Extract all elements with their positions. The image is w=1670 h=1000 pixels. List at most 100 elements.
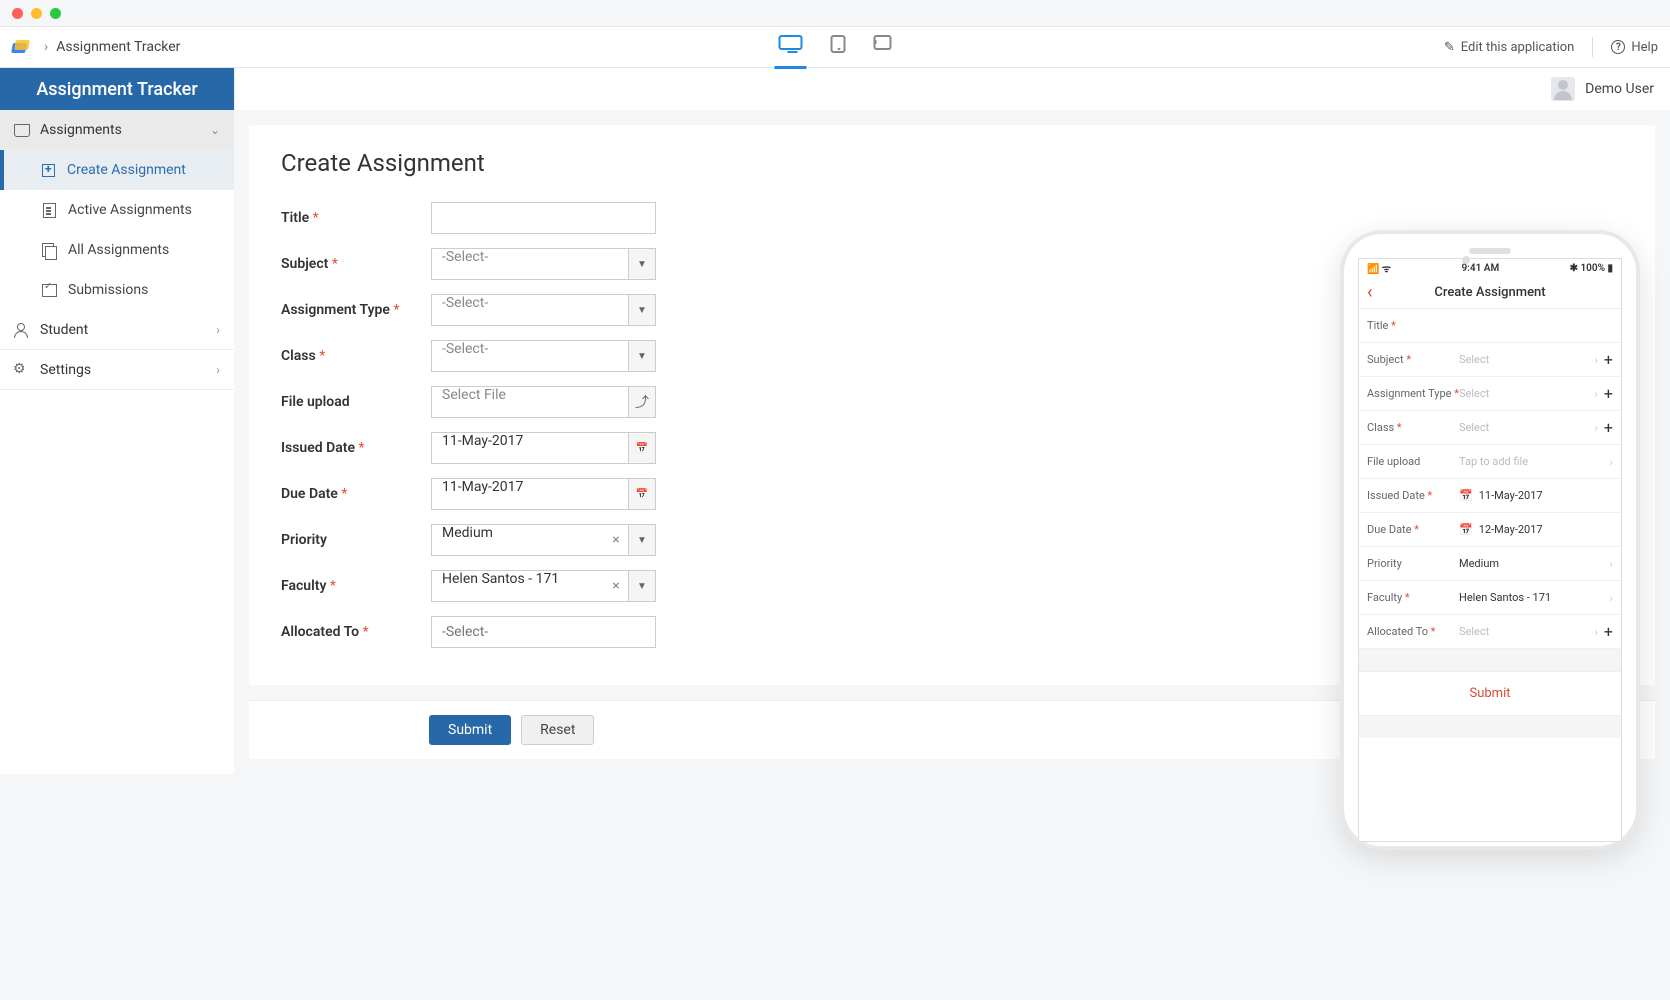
sidebar-item-active-assignments[interactable]: Active Assignments	[0, 190, 234, 230]
sidebar-section-label: Student	[40, 322, 88, 338]
phone-submit-button[interactable]: Submit	[1359, 671, 1621, 716]
issued-date-picker-button[interactable]: 📅	[628, 432, 656, 464]
plus-square-icon	[42, 164, 55, 177]
sidebar-item-create-assignment[interactable]: Create Assignment	[0, 150, 234, 190]
phone-due-date[interactable]: 12-May-2017	[1479, 523, 1613, 536]
desktop-icon	[779, 35, 803, 50]
user-icon	[14, 323, 28, 337]
priority-dropdown-button[interactable]: ▼	[628, 524, 656, 556]
phone-back-button[interactable]: ‹	[1367, 282, 1373, 303]
phone-footer	[1359, 716, 1621, 738]
sidebar-section-label: Settings	[40, 362, 91, 378]
phone-battery: ✱ 100% ▮	[1570, 263, 1613, 274]
phone-atype-select[interactable]: Select	[1459, 387, 1590, 400]
phone-label-class: Class *	[1367, 421, 1459, 434]
sidebar-section-label: Assignments	[40, 122, 122, 138]
label-allocated-to: Allocated To *	[281, 624, 431, 640]
subject-select[interactable]: -Select-	[431, 248, 628, 280]
device-tablet-landscape[interactable]	[874, 35, 892, 59]
phone-allocated-select[interactable]: Select	[1459, 625, 1590, 638]
device-tablet-portrait[interactable]	[831, 35, 846, 59]
phone-add-allocated-button[interactable]: +	[1604, 622, 1613, 641]
help-label: Help	[1631, 40, 1658, 55]
phone-label-priority: Priority	[1367, 557, 1459, 570]
faculty-dropdown-button[interactable]: ▼	[628, 570, 656, 602]
label-title: Title *	[281, 210, 431, 226]
phone-add-class-button[interactable]: +	[1604, 418, 1613, 437]
title-input[interactable]	[431, 202, 656, 234]
sidebar-section-assignments[interactable]: Assignments ⌄	[0, 110, 234, 150]
calendar-icon: 📅	[636, 489, 648, 500]
pencil-icon: ✎	[1444, 40, 1455, 55]
phone-faculty-select[interactable]: Helen Santos - 171	[1459, 591, 1605, 604]
file-input[interactable]: Select File	[431, 386, 628, 418]
help-icon: ?	[1611, 40, 1625, 54]
faculty-select[interactable]: Helen Santos - 171	[431, 570, 604, 602]
class-dropdown-button[interactable]: ▼	[628, 340, 656, 372]
file-upload-button[interactable]: ⤴	[628, 386, 656, 418]
sidebar-section-student[interactable]: Student ›	[0, 310, 234, 350]
calendar-icon: 📅	[1459, 523, 1473, 536]
sidebar-item-label: Create Assignment	[67, 162, 186, 178]
calendar-icon: 📅	[636, 443, 648, 454]
class-select[interactable]: -Select-	[431, 340, 628, 372]
chevron-right-icon: ›	[1594, 353, 1598, 367]
phone-file-input[interactable]: Tap to add file	[1459, 455, 1605, 468]
phone-label-issued: Issued Date *	[1367, 489, 1459, 502]
minimize-window-icon[interactable]	[31, 8, 42, 19]
maximize-window-icon[interactable]	[50, 8, 61, 19]
label-priority: Priority	[281, 532, 431, 548]
phone-label-subject: Subject *	[1367, 353, 1459, 366]
edit-application-link[interactable]: ✎ Edit this application	[1444, 40, 1575, 55]
user-name[interactable]: Demo User	[1585, 81, 1654, 97]
sidebar-item-submissions[interactable]: Submissions	[0, 270, 234, 310]
sidebar-item-label: Active Assignments	[68, 202, 192, 218]
phone-class-select[interactable]: Select	[1459, 421, 1590, 434]
help-link[interactable]: ? Help	[1611, 40, 1658, 55]
userbar: Demo User	[234, 68, 1670, 110]
tablet-icon	[831, 35, 846, 53]
sidebar-item-label: All Assignments	[68, 242, 169, 258]
breadcrumb-separator-icon: ›	[44, 39, 48, 55]
assignment-type-select[interactable]: -Select-	[431, 294, 628, 326]
due-date-input[interactable]: 11-May-2017	[431, 478, 628, 510]
check-square-icon	[42, 283, 56, 297]
app-logo-icon	[12, 40, 30, 54]
due-date-picker-button[interactable]: 📅	[628, 478, 656, 510]
chevron-right-icon: ›	[1609, 557, 1613, 571]
label-assignment-type: Assignment Type *	[281, 302, 431, 318]
phone-issued-date[interactable]: 11-May-2017	[1479, 489, 1613, 502]
phone-label-faculty: Faculty *	[1367, 591, 1459, 604]
phone-header-title: Create Assignment	[1434, 285, 1545, 300]
phone-header: ‹ Create Assignment	[1359, 277, 1621, 309]
label-faculty: Faculty *	[281, 578, 431, 594]
sidebar-section-settings[interactable]: Settings ›	[0, 350, 234, 390]
sidebar-item-all-assignments[interactable]: All Assignments	[0, 230, 234, 270]
priority-clear-button[interactable]: ×	[604, 524, 628, 556]
window-chrome	[0, 0, 1670, 26]
assignment-type-dropdown-button[interactable]: ▼	[628, 294, 656, 326]
allocated-to-input[interactable]	[431, 616, 656, 648]
priority-select[interactable]: Medium	[431, 524, 604, 556]
issued-date-input[interactable]: 11-May-2017	[431, 432, 628, 464]
breadcrumb-app[interactable]: Assignment Tracker	[56, 39, 180, 55]
edit-application-label: Edit this application	[1461, 40, 1575, 55]
phone-add-atype-button[interactable]: +	[1604, 384, 1613, 403]
faculty-clear-button[interactable]: ×	[604, 570, 628, 602]
label-due-date: Due Date *	[281, 486, 431, 502]
device-desktop[interactable]	[779, 35, 803, 59]
phone-add-subject-button[interactable]: +	[1604, 350, 1613, 369]
phone-priority-select[interactable]: Medium	[1459, 557, 1605, 570]
phone-label-allocated: Allocated To *	[1367, 625, 1459, 638]
close-window-icon[interactable]	[12, 8, 23, 19]
chevron-right-icon: ›	[216, 323, 220, 337]
reset-button[interactable]: Reset	[521, 715, 594, 745]
chevron-right-icon: ›	[216, 363, 220, 377]
phone-spacer	[1359, 649, 1621, 671]
subject-dropdown-button[interactable]: ▼	[628, 248, 656, 280]
phone-subject-select[interactable]: Select	[1459, 353, 1590, 366]
submit-button[interactable]: Submit	[429, 715, 511, 745]
chevron-right-icon: ›	[1594, 387, 1598, 401]
chevron-right-icon: ›	[1594, 625, 1598, 639]
avatar-icon[interactable]	[1551, 77, 1575, 101]
